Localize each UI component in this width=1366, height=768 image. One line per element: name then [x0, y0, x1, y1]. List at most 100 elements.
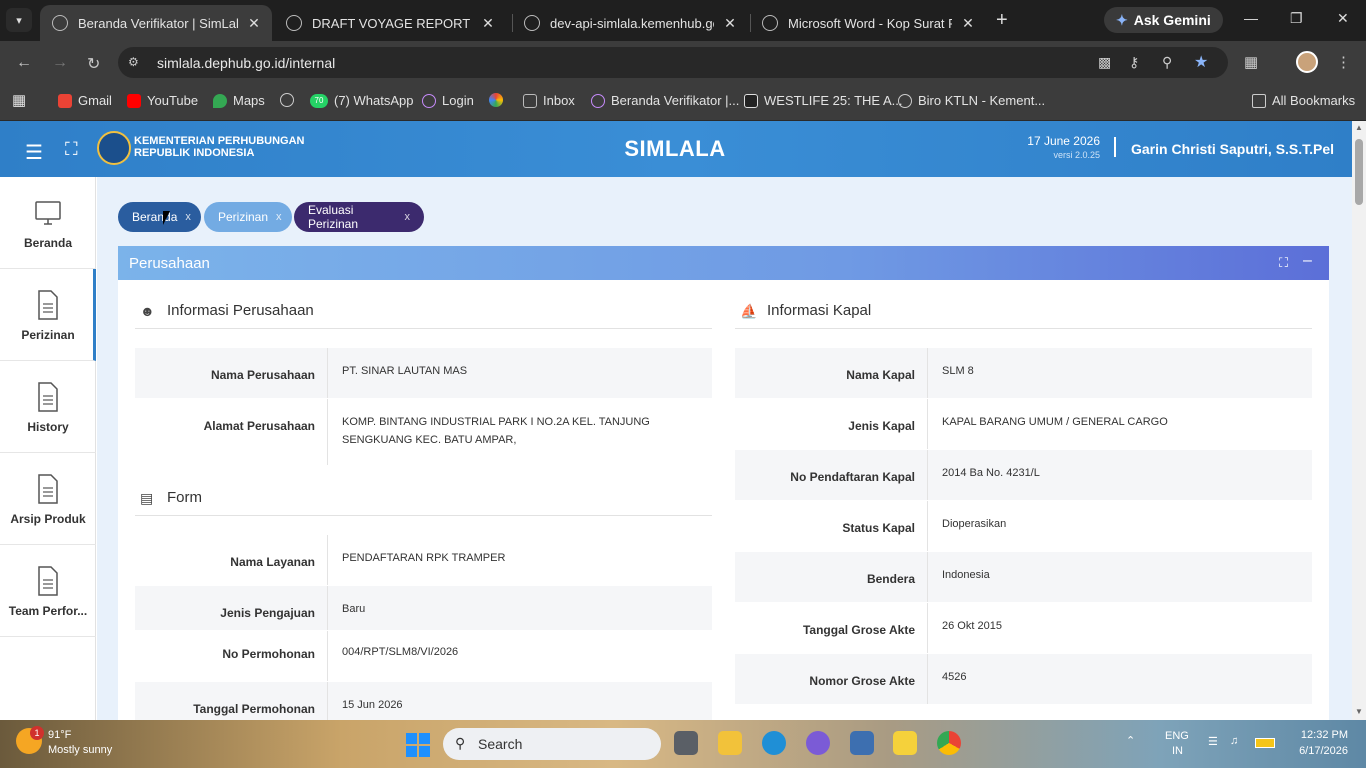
bookmark-label: (7) WhatsApp — [334, 93, 414, 108]
language-in[interactable]: IN — [1172, 745, 1183, 757]
tab-search-chevron-icon[interactable]: ▾ — [6, 8, 32, 32]
row-value: SLM 8 — [942, 365, 974, 377]
row-label: Jenis Pengajuan — [220, 606, 315, 620]
pill-close-icon[interactable]: x — [276, 211, 282, 223]
site-info-icon[interactable]: ⚙ — [128, 55, 139, 69]
bookmark-biro-ktln[interactable]: Biro KTLN - Kement... — [898, 93, 1045, 108]
taskbar-search[interactable]: ⚲ Search — [443, 728, 661, 760]
ask-gemini-button[interactable]: ✦ Ask Gemini — [1104, 7, 1223, 33]
reload-icon[interactable]: ↻ — [87, 54, 100, 74]
password-key-icon[interactable]: ⚷ — [1129, 54, 1139, 71]
row-label: Nama Perusahaan — [210, 368, 315, 382]
app-header: ☰ ⛶ KEMENTERIAN PERHUBUNGAN REPUBLIK IND… — [0, 121, 1352, 177]
language-eng[interactable]: ENG — [1165, 730, 1189, 742]
header-version: versi 2.0.25 — [1053, 150, 1100, 160]
tab-title: Microsoft Word - Kop Surat Pt. — [788, 15, 952, 31]
bookmark-beranda-verifikator[interactable]: Beranda Verifikator |... — [591, 93, 739, 108]
sidebar-item-beranda[interactable]: Beranda — [0, 177, 96, 269]
close-icon[interactable]: ✕ — [246, 15, 262, 32]
camera-app-icon[interactable] — [850, 731, 874, 755]
tab-pill-perizinan[interactable]: Perizinan x — [204, 202, 292, 232]
bookmark-globe[interactable] — [280, 93, 300, 107]
sidebar-item-team-performance[interactable]: Team Perfor... — [0, 545, 96, 637]
ship-icon: ⛵ — [740, 303, 758, 319]
page-scrollbar[interactable]: ▲ ▼ — [1352, 121, 1366, 720]
windows-start-icon[interactable] — [406, 733, 430, 757]
sidebar-item-arsip-produk[interactable]: Arsip Produk — [0, 453, 96, 545]
bookmark-star-icon[interactable]: ★ — [1194, 52, 1208, 72]
menu-kebab-icon[interactable]: ⋮ — [1336, 53, 1351, 71]
row-value: 4526 — [942, 671, 967, 683]
row-value: PENDAFTARAN RPK TRAMPER — [342, 552, 506, 564]
card-minimize-icon[interactable]: – — [1303, 252, 1312, 270]
clock-date[interactable]: 6/17/2026 — [1286, 745, 1348, 757]
scrollbar-thumb[interactable] — [1355, 139, 1363, 205]
all-bookmarks[interactable]: All Bookmarks — [1252, 93, 1355, 108]
zoom-icon[interactable]: ⚲ — [1162, 54, 1172, 71]
bookmark-login[interactable]: Login — [422, 93, 474, 108]
tab-pill-evaluasi-perizinan[interactable]: Evaluasi Perizinan x — [294, 202, 424, 232]
row-value: 26 Okt 2015 — [942, 620, 1002, 632]
tray-chevron-icon[interactable]: ⌃ — [1126, 734, 1135, 747]
weather-temp[interactable]: 91°F — [48, 729, 71, 741]
perusahaan-card: Perusahaan ⛶ – ☻ Informasi Perusahaan Na… — [118, 246, 1329, 720]
pill-close-icon[interactable]: x — [405, 211, 411, 223]
profile-avatar[interactable] — [1296, 51, 1318, 73]
bookmark-label: Biro KTLN - Kement... — [918, 93, 1046, 108]
scroll-down-arrow-icon[interactable]: ▼ — [1355, 707, 1363, 716]
pill-close-icon[interactable]: x — [185, 211, 191, 223]
apps-grid-icon[interactable]: ▦ — [12, 91, 26, 109]
browser-tab[interactable]: Microsoft Word - Kop Surat Pt. ✕ — [750, 5, 986, 41]
edge-icon[interactable] — [762, 731, 786, 755]
extensions-puzzle-icon[interactable]: ▦ — [1244, 53, 1258, 71]
sticky-notes-icon[interactable] — [893, 731, 917, 755]
bookmark-gmail[interactable]: Gmail — [58, 93, 112, 108]
close-icon[interactable]: ✕ — [722, 15, 738, 32]
back-arrow-icon[interactable]: ← — [16, 54, 32, 72]
bookmark-maps[interactable]: Maps — [213, 93, 265, 108]
row-value: 15 Jun 2026 — [342, 699, 403, 711]
card-fullscreen-icon[interactable]: ⛶ — [1279, 255, 1288, 271]
hamburger-menu-icon[interactable]: ☰ — [25, 140, 43, 165]
globe-icon — [762, 15, 778, 31]
pinwheel-icon — [489, 93, 503, 107]
url-text[interactable]: simlala.dephub.go.id/internal — [157, 55, 335, 71]
forward-arrow-icon[interactable]: → — [52, 54, 68, 72]
user-name[interactable]: Garin Christi Saputri, S.S.T.Pel — [1131, 141, 1334, 157]
chrome-icon[interactable] — [937, 731, 961, 755]
browser-tab[interactable]: dev-api-simlala.kemenhub.go.id ✕ — [512, 5, 748, 41]
main-content: Beranda x Perizinan x Evaluasi Perizinan x … — [97, 177, 1352, 720]
battery-icon[interactable] — [1255, 738, 1275, 748]
copilot-icon[interactable] — [806, 731, 830, 755]
install-app-icon[interactable]: ▩ — [1098, 54, 1111, 71]
bookmark-youtube[interactable]: YouTube — [127, 93, 198, 108]
minimize-icon[interactable]: — — [1244, 10, 1258, 26]
bookmark-westlife[interactable]: WESTLIFE 25: THE A... — [744, 93, 902, 108]
wifi-icon[interactable]: ☰ — [1208, 735, 1218, 748]
row-label: No Permohonan — [222, 647, 315, 661]
bookmark-pinwheel[interactable] — [489, 93, 509, 107]
address-bar[interactable]: ⚙ simlala.dephub.go.id/internal ▩ ⚷ ⚲ ★ — [118, 47, 1228, 78]
fullscreen-icon[interactable]: ⛶ — [65, 139, 78, 160]
bookmark-whatsapp[interactable]: 70 (7) WhatsApp — [310, 93, 413, 108]
bookmark-inbox[interactable]: Inbox — [523, 93, 575, 108]
browser-tab-active[interactable]: Beranda Verifikator | SimLala ✕ — [40, 5, 272, 41]
weather-desc[interactable]: Mostly sunny — [48, 744, 112, 756]
sidebar-item-perizinan[interactable]: Perizinan — [0, 269, 96, 361]
row-label: Alamat Perusahaan — [203, 419, 315, 433]
document-icon — [38, 474, 58, 504]
close-icon[interactable]: ✕ — [960, 15, 976, 32]
volume-icon[interactable]: ♫ — [1230, 735, 1238, 747]
sidebar-item-history[interactable]: History — [0, 361, 96, 453]
scroll-up-arrow-icon[interactable]: ▲ — [1355, 123, 1363, 132]
task-view-icon[interactable] — [674, 731, 698, 755]
file-explorer-icon[interactable] — [718, 731, 742, 755]
restore-icon[interactable]: ❐ — [1290, 10, 1303, 27]
browser-tab[interactable]: DRAFT VOYAGE REPORT JUNI.xl ✕ — [274, 5, 506, 41]
whatsapp-icon: 70 — [310, 93, 328, 108]
new-tab-plus-icon[interactable]: + — [996, 9, 1008, 32]
close-icon[interactable]: ✕ — [480, 15, 496, 32]
clock-time[interactable]: 12:32 PM — [1286, 729, 1348, 741]
window-close-icon[interactable]: ✕ — [1337, 10, 1349, 27]
tab-pill-beranda[interactable]: Beranda x — [118, 202, 201, 232]
